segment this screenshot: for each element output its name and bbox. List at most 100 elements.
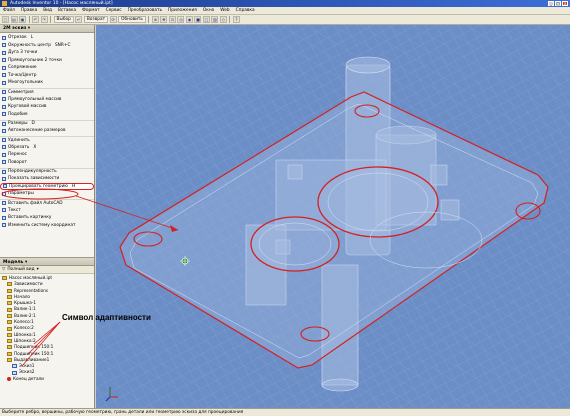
menu-item[interactable]: Вид	[42, 8, 53, 13]
sketch-tool-item[interactable]: Изменить систему координат	[0, 222, 94, 230]
toolbar-separator	[148, 16, 150, 23]
shaded-icon[interactable]: ■	[194, 16, 202, 23]
folder-icon	[7, 332, 12, 337]
menu-item[interactable]: Преобразовать	[127, 8, 163, 13]
menu-item[interactable]: Сервис	[105, 8, 123, 13]
sketch-tool-item[interactable]: Многоугольник	[0, 79, 94, 87]
folder-icon	[7, 326, 12, 331]
model-tree: Насос масляный.ipt Зависимости Representat…	[0, 274, 94, 382]
folder-icon	[7, 282, 12, 287]
sketch-tool-item[interactable]: Точка/Центр	[0, 72, 94, 80]
sketch-tool-item[interactable]: Обрезать X	[0, 144, 94, 152]
menu-item[interactable]: Формат	[81, 8, 100, 13]
sketch-tool-icon	[2, 121, 6, 126]
graphics-viewport[interactable]	[96, 25, 570, 408]
redo-icon[interactable]: ↷	[40, 16, 48, 23]
open-icon[interactable]: ▤	[10, 16, 18, 23]
zoom-icon[interactable]: ⊕	[151, 16, 159, 23]
sketch-tool-icon	[2, 80, 6, 85]
undo-icon[interactable]: ↶	[32, 16, 39, 23]
sketch-tool-item[interactable]: Перенос	[0, 151, 94, 159]
browser-filter-dropdown[interactable]: Полный вид	[7, 267, 34, 272]
menu-item[interactable]: Приложения	[167, 8, 198, 13]
update-icon[interactable]: ⟳	[109, 16, 117, 23]
sketch-tool-item[interactable]: Перпендикулярность	[0, 167, 94, 176]
shadow-icon[interactable]: ▨	[211, 16, 219, 23]
sketch-tool-item[interactable]: Круговой массив	[0, 103, 94, 111]
perspective-icon[interactable]: ◇	[219, 16, 227, 23]
select-dropdown[interactable]: Выбор	[53, 16, 74, 23]
sketch-tool-item[interactable]: Автонанесение размеров	[0, 127, 94, 135]
sketch-tool-label: Показать зависимости	[8, 176, 60, 181]
maximize-button[interactable]: □	[555, 1, 561, 6]
sketch-tool-icon	[2, 35, 6, 40]
wireframe-icon[interactable]: □	[202, 16, 210, 23]
help-icon[interactable]: ?	[232, 16, 240, 23]
sketch-tool-item[interactable]: Симметрия	[0, 88, 94, 96]
sketch-tool-item[interactable]: Окружность центр SNR+C	[0, 42, 94, 50]
menu-item[interactable]: Web	[219, 8, 230, 13]
chevron-down-icon[interactable]: ▾	[37, 267, 39, 272]
sketch-tool-label: Дуга 3 точки	[8, 50, 38, 55]
browser-toolbar: ▽ Полный вид ▾	[0, 266, 94, 274]
menu-item[interactable]: Правка	[20, 8, 38, 13]
tree-item[interactable]: Конец детали	[0, 376, 94, 382]
sketch-tool-label: Отрезок	[8, 35, 27, 40]
sketch-tool-item[interactable]: Вставить картинку	[0, 214, 94, 222]
toolbar-separator	[50, 16, 51, 23]
sketch-tool-icon	[2, 191, 6, 196]
sketch-tool-icon	[2, 215, 6, 220]
sketch-tool-label: Подобие	[8, 111, 28, 117]
minimize-button[interactable]: _	[548, 1, 554, 6]
browser-panel-header[interactable]: Модель ▾	[0, 257, 94, 266]
close-button[interactable]: x	[562, 1, 568, 6]
sketch-tool-item[interactable]: Удлинить	[0, 136, 94, 144]
sketch-tool-label: Прямоугольник 2 точки	[8, 57, 62, 63]
menu-bar: Файл Правка Вид Вставка Формат Сервис Преобраз…	[0, 7, 570, 15]
sketch-tool-item[interactable]: Вставить файл AutoCAD	[0, 199, 94, 207]
sketch-tool-item[interactable]: Подобие	[0, 111, 94, 119]
sketch-tool-item[interactable]: Размеры D	[0, 119, 94, 128]
sketch-tool-icon	[2, 152, 6, 157]
menu-item[interactable]: Вставка	[57, 8, 77, 13]
sketch-tool-icon	[2, 50, 6, 55]
sketch-tool-hotkey: SNR+C	[54, 42, 71, 48]
sketch-tool-item[interactable]: Дуга 3 точки	[0, 49, 94, 57]
look-at-icon[interactable]: ◉	[185, 16, 193, 23]
sketch-tool-icon	[2, 112, 6, 117]
sketch-tool-item[interactable]: Прямоугольный массив	[0, 96, 94, 104]
sketch-tool-item[interactable]: Текст	[0, 207, 94, 215]
zoom-window-icon[interactable]: ⊡	[168, 16, 176, 23]
sketch-panel-header[interactable]: 2М эскиз ▾	[0, 25, 94, 33]
sketch-tool-icon	[2, 97, 6, 102]
sketch-tool-item[interactable]: Параметры	[0, 190, 94, 198]
sketch-panel-title: 2М эскиз	[3, 26, 27, 31]
folder-icon	[7, 358, 12, 362]
sketch-tool-label: Многоугольник	[8, 80, 43, 85]
folder-icon	[7, 307, 12, 312]
model-canvas[interactable]	[96, 25, 570, 408]
filter-icon[interactable]: ▽	[2, 267, 5, 272]
menu-item[interactable]: Файл	[2, 8, 16, 13]
menu-item[interactable]: Окно	[202, 8, 215, 13]
orbit-icon[interactable]: ◎	[177, 16, 185, 23]
sketch-tool-hotkey: H	[71, 183, 76, 189]
sketch-tool-label: Изменить систему координат	[8, 222, 76, 228]
sketch-tool-item[interactable]: Поворот	[0, 159, 94, 167]
sketch-tool-item[interactable]: Сопряжение	[0, 64, 94, 72]
sketch-tool-item[interactable]: Отрезок L	[0, 34, 94, 42]
save-icon[interactable]: ▣	[19, 16, 26, 23]
sketch-tool-item[interactable]: Показать зависимости	[0, 175, 94, 183]
sketch-tool-icon	[2, 43, 6, 48]
return-button[interactable]: Возврат	[83, 16, 109, 23]
sketch-tool-icon	[2, 58, 6, 63]
update-button[interactable]: Обновить	[118, 16, 146, 23]
menu-item[interactable]: Справка	[235, 8, 256, 13]
sketch-tool-label: Проецировать геометрию	[9, 183, 68, 189]
sketch-tool-item[interactable]: Прямоугольник 2 точки	[0, 57, 94, 65]
sketch-tool-item[interactable]: Проецировать геометрию H	[0, 182, 94, 190]
tree-item-label: Конец детали	[13, 375, 44, 381]
new-icon[interactable]: ▢	[2, 16, 9, 23]
pan-icon[interactable]: ✥	[160, 16, 168, 23]
return-icon[interactable]: ↵	[75, 16, 83, 23]
